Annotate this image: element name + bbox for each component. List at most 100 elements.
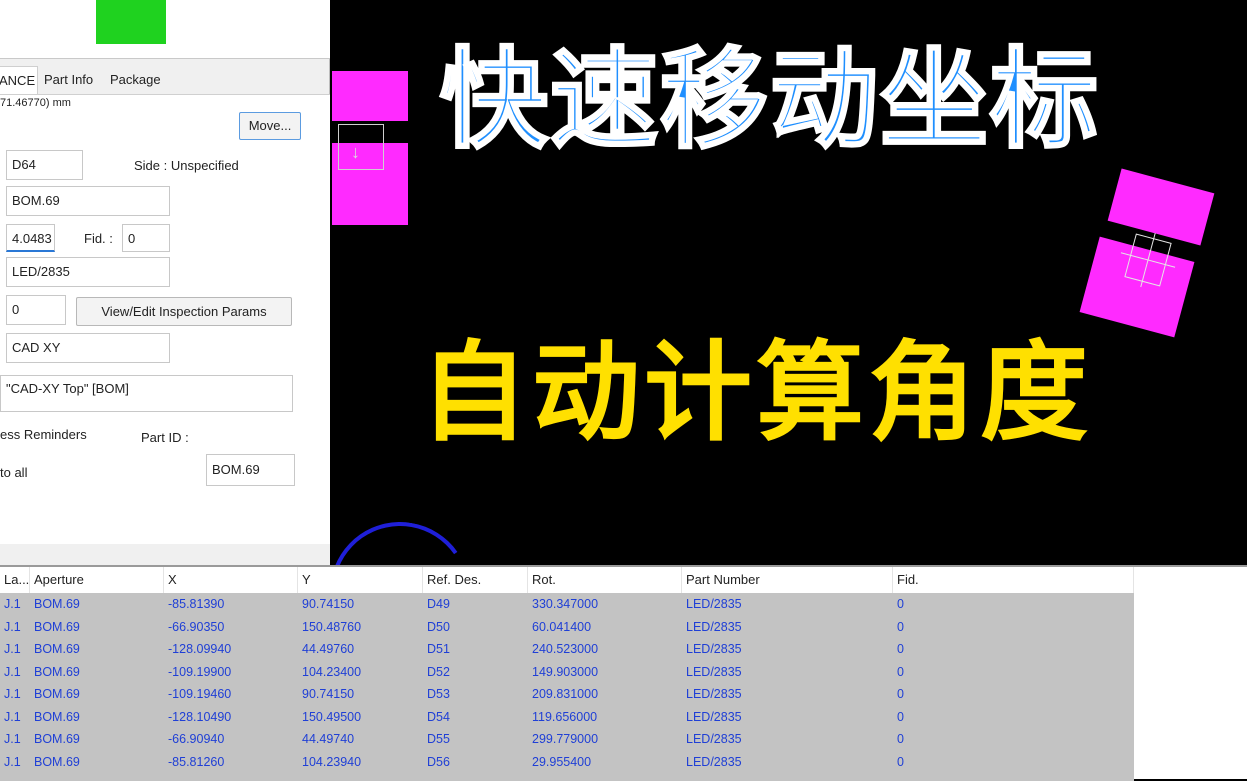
cell-rot: 330.347000 (532, 597, 599, 611)
cell-y: 44.49740 (302, 732, 355, 746)
cell-x: -85.81260 (168, 754, 225, 769)
column-aperture[interactable]: Aperture (30, 567, 164, 593)
cell-rot: 209.831000 (532, 687, 599, 701)
ref-des-field[interactable]: D64 (6, 150, 83, 180)
cell-layer: J.1 (4, 732, 21, 746)
down-arrow-icon: ↓ (351, 142, 360, 162)
column-x[interactable]: X (164, 567, 298, 593)
color-swatch[interactable] (96, 0, 166, 44)
cell-aperture: BOM.69 (34, 687, 80, 701)
cell-rot: 149.903000 (532, 664, 599, 679)
cell-layer: J.1 (4, 754, 21, 769)
cell-x: -128.09940 (168, 642, 232, 656)
preview-area (0, 0, 330, 59)
cell-y: 104.23400 (302, 664, 362, 679)
cell-layer: J.1 (4, 619, 21, 634)
cell-ref-des: D56 (427, 754, 450, 769)
cell-aperture: BOM.69 (34, 619, 80, 634)
cell-rot: 240.523000 (532, 642, 599, 656)
cell-y: 150.49500 (302, 709, 362, 724)
view-edit-inspection-button[interactable]: View/Edit Inspection Params (76, 297, 292, 326)
cell-ref-des: D49 (427, 597, 450, 611)
column-rot[interactable]: Rot. (528, 567, 682, 593)
table-row[interactable]: J.1 BOM.69 -66.90940 44.49740 D55 299.779000 L… (0, 728, 1134, 751)
coordinate-readout: 71.46770) mm (0, 97, 71, 109)
move-button[interactable]: Move... (239, 112, 301, 140)
cell-rot: 29.955400 (532, 754, 592, 769)
column-ref-des[interactable]: Ref. Des. (423, 567, 528, 593)
cell-aperture: BOM.69 (34, 642, 80, 656)
table-row[interactable]: J.1 BOM.69 -109.19900 104.23400 D52 149.90300… (0, 661, 1134, 684)
column-fid[interactable]: Fid. (893, 567, 1134, 593)
cell-aperture: BOM.69 (34, 664, 80, 679)
apply-to-all-label[interactable]: to all (0, 465, 27, 480)
cell-fid: 0 (897, 597, 904, 611)
cell-y: 90.74150 (302, 597, 355, 611)
cell-part-number: LED/2835 (686, 642, 742, 656)
headline-line-2: 自动计算角度 (420, 331, 1093, 456)
cell-fid: 0 (897, 687, 904, 701)
rotation-field[interactable]: 4.0483 (6, 224, 55, 252)
tab-part-info[interactable]: Part Info (40, 66, 104, 94)
cell-ref-des: D51 (427, 642, 450, 656)
table-row[interactable]: J.1 BOM.69 -85.81390 90.74150 D49 330.347000 L… (0, 593, 1134, 616)
cell-x: -66.90940 (168, 732, 225, 746)
tab-package[interactable]: Package (106, 66, 170, 94)
cell-aperture: BOM.69 (34, 709, 80, 724)
selection-marker: ↓ (338, 124, 384, 170)
properties-panel: ANCE Part Info Package 71.46770) mm Move… (0, 0, 330, 565)
source-field[interactable]: CAD XY (6, 333, 170, 363)
cell-fid: 0 (897, 754, 904, 769)
cell-part-number: LED/2835 (686, 597, 742, 611)
cell-fid: 0 (897, 709, 904, 724)
table-row[interactable]: J.1 BOM.69 -109.19460 90.74150 D53 209.831000… (0, 683, 1134, 706)
headline-line-1: 快速移动坐标 (439, 37, 1101, 165)
cell-x: -109.19460 (168, 687, 232, 701)
cell-fid: 0 (897, 619, 904, 634)
cell-y: 104.23940 (302, 754, 362, 769)
cell-part-number: LED/2835 (686, 709, 742, 724)
column-part-number[interactable]: Part Number (682, 567, 893, 593)
table-row[interactable]: J.1 BOM.69 -128.09940 44.49760 D51 240.523000… (0, 638, 1134, 661)
column-layer[interactable]: La... (0, 567, 30, 593)
cell-y: 90.74150 (302, 687, 355, 701)
parts-table: La... Aperture X Y Ref. Des. Rot. Part N… (0, 565, 1247, 781)
cell-x: -128.10490 (168, 709, 232, 724)
cell-ref-des: D55 (427, 732, 450, 746)
column-y[interactable]: Y (298, 567, 423, 593)
part-number-field[interactable]: LED/2835 (6, 257, 170, 287)
panel-tabs: ANCE Part Info Package (0, 66, 330, 94)
side-label: Side : Unspecified (134, 158, 239, 173)
cell-aperture: BOM.69 (34, 732, 80, 746)
cell-fid: 0 (897, 642, 904, 656)
pad-left-top[interactable] (332, 71, 408, 121)
cell-x: -66.90350 (168, 619, 225, 634)
aperture-field[interactable]: BOM.69 (6, 186, 170, 216)
cell-y: 150.48760 (302, 619, 362, 634)
fid-label: Fid. : (84, 231, 113, 246)
table-row[interactable]: J.1 BOM.69 -128.10490 150.49500 D54 119.65600… (0, 706, 1134, 729)
tab-content: 71.46770) mm Move... D64 Side : Unspecif… (0, 94, 330, 545)
crosshair-icon (1120, 232, 1176, 288)
layer-field[interactable]: "CAD-XY Top" [BOM] (0, 375, 293, 412)
cell-layer: J.1 (4, 597, 21, 611)
cell-ref-des: D53 (427, 687, 450, 701)
table-row[interactable]: J.1 BOM.69 -85.81260 104.23940 D56 29.955400 L… (0, 751, 1134, 774)
cell-rot: 60.041400 (532, 619, 592, 634)
table-row[interactable]: J.1 BOM.69 -66.90350 150.48760 D50 60.041400 L… (0, 616, 1134, 639)
cell-part-number: LED/2835 (686, 732, 742, 746)
part-id-field[interactable]: BOM.69 (206, 454, 295, 486)
cell-layer: J.1 (4, 687, 21, 701)
table-body: J.1 BOM.69 -85.81390 90.74150 D49 330.347000 L… (0, 593, 1134, 781)
inspection-field[interactable]: 0 (6, 295, 66, 325)
fid-field[interactable]: 0 (122, 224, 170, 252)
cell-x: -85.81390 (168, 597, 225, 611)
tab-ance[interactable]: ANCE (0, 66, 38, 94)
table-header: La... Aperture X Y Ref. Des. Rot. Part N… (0, 567, 1134, 594)
cell-part-number: LED/2835 (686, 619, 742, 634)
cell-fid: 0 (897, 664, 904, 679)
cell-part-number: LED/2835 (686, 754, 742, 769)
cell-ref-des: D50 (427, 619, 450, 634)
cell-layer: J.1 (4, 642, 21, 656)
cell-layer: J.1 (4, 664, 21, 679)
